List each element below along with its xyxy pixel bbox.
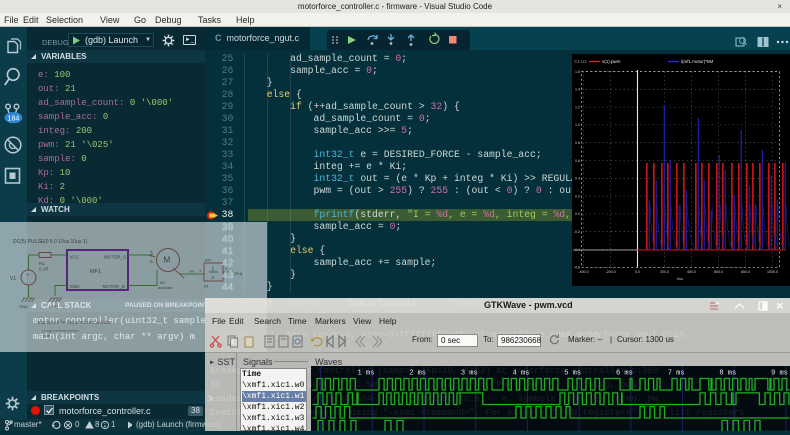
svg-text:44: 44 — [222, 281, 234, 293]
svg-text:5 ms: 5 ms — [564, 370, 581, 378]
svg-text:MF1: MF1 — [90, 269, 101, 275]
svg-text:0.1R: 0.1R — [39, 267, 49, 272]
svg-text:600.0: 600.0 — [714, 270, 723, 274]
svg-text:B: B — [150, 259, 153, 264]
svg-text:GND: GND — [70, 284, 81, 289]
svg-text:2 ms: 2 ms — [409, 370, 426, 378]
svg-text:1.6: 1.6 — [575, 70, 580, 74]
svg-text:t/us: t/us — [677, 277, 683, 281]
svg-text:v(1).pwm: v(1).pwm — [602, 59, 621, 64]
svg-text:0.8: 0.8 — [575, 141, 580, 145]
svg-text:40: 40 — [222, 233, 234, 245]
svg-text:4 ms: 4 ms — [513, 370, 530, 378]
svg-text:0.2: 0.2 — [575, 194, 580, 198]
svg-text:rusage tranttime transfer: rusage tranttime transfer — [42, 329, 80, 333]
svg-text:-400.0: -400.0 — [578, 270, 588, 274]
svg-text:W: W — [190, 269, 194, 274]
svg-text:+: + — [26, 273, 30, 279]
svg-text:-0.2: -0.2 — [574, 230, 580, 234]
svg-text:dcmotor: dcmotor — [158, 285, 173, 290]
svg-text:-0.6: -0.6 — [574, 266, 580, 270]
svg-text:1 ms: 1 ms — [357, 370, 374, 378]
svg-text:42: 42 — [222, 257, 234, 269]
svg-text:DC(5) PULSE(0 5 0 10us 10us 1): DC(5) PULSE(0 5 0 10us 10us 1) — [13, 239, 88, 245]
svg-text:8 ms: 8 ms — [719, 370, 736, 378]
svg-text:1.4: 1.4 — [575, 88, 580, 92]
svg-text:GND: GND — [19, 304, 28, 309]
svg-text:A: A — [150, 249, 153, 254]
svg-text:MOTOR_D: MOTOR_D — [103, 284, 126, 289]
svg-text:A1: A1 — [204, 284, 210, 289]
svg-text:41: 41 — [222, 245, 234, 257]
svg-text:-: - — [27, 280, 29, 286]
svg-text:43: 43 — [222, 269, 234, 281]
svg-text:9 ms: 9 ms — [771, 370, 788, 378]
svg-text:.endc: .endc — [42, 334, 51, 338]
svg-text:i(mf1.motor)*5M: i(mf1.motor)*5M — [681, 59, 714, 64]
svg-text:1: 1 — [212, 267, 215, 273]
svg-text:INT: INT — [205, 258, 212, 263]
svg-text:PHI: PHI — [235, 272, 243, 277]
svg-text:V1: V1 — [10, 276, 16, 282]
svg-text:1000.0: 1000.0 — [767, 270, 778, 274]
svg-text:200.0: 200.0 — [660, 270, 669, 274]
svg-text:0.4: 0.4 — [575, 177, 580, 181]
svg-text:MOTOR_S: MOTOR_S — [104, 255, 126, 260]
svg-text:VCC: VCC — [70, 255, 80, 260]
svg-text:-200.0: -200.0 — [605, 270, 615, 274]
svg-text:0.0: 0.0 — [635, 270, 640, 274]
svg-text:M: M — [164, 256, 171, 265]
svg-text:Test Bench for Motor Force Con: Test Bench for Motor Force Controller — [37, 320, 113, 325]
svg-text:800.0: 800.0 — [741, 270, 750, 274]
svg-text:39: 39 — [222, 222, 234, 233]
svg-text:184: 184 — [8, 115, 20, 122]
svg-text:0.6: 0.6 — [575, 159, 580, 163]
svg-text:0.0: 0.0 — [575, 212, 580, 216]
svg-text:1.0: 1.0 — [575, 123, 580, 127]
svg-text:3 ms: 3 ms — [461, 370, 478, 378]
svg-text:1.2: 1.2 — [575, 105, 580, 109]
svg-text:GND: GND — [49, 304, 58, 309]
svg-text:6 ms: 6 ms — [616, 370, 633, 378]
svg-text:7 ms: 7 ms — [668, 370, 685, 378]
svg-text:400.0: 400.0 — [687, 270, 696, 274]
svg-text:R1: R1 — [39, 261, 45, 266]
svg-text:C1:U1: C1:U1 — [574, 59, 587, 64]
